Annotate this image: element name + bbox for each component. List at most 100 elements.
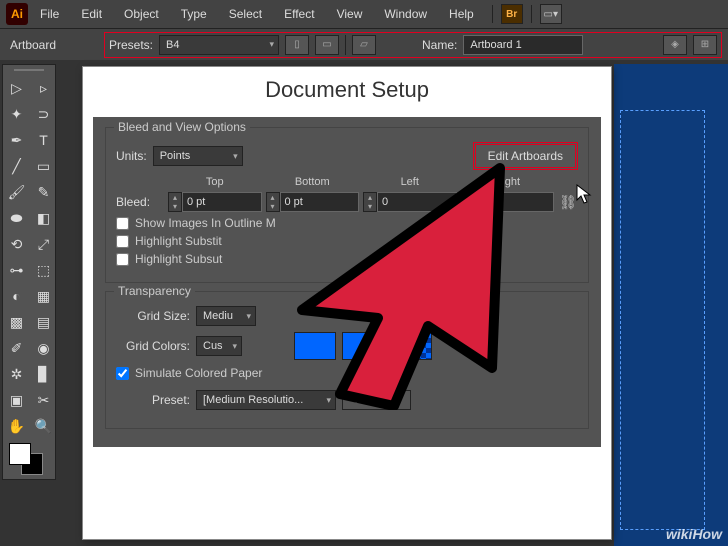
bleed-group-title: Bleed and View Options (114, 120, 250, 134)
selection-tool-icon[interactable]: ▷ (3, 75, 30, 101)
col-top: Top (168, 176, 262, 188)
artboard-options-icon[interactable]: ◈ (663, 35, 687, 55)
menu-view[interactable]: View (327, 3, 373, 25)
type-tool-icon[interactable]: T (30, 127, 57, 153)
bleed-top-input[interactable]: ▴▾0 pt (168, 192, 262, 212)
transparency-group-title: Transparency (114, 284, 195, 298)
zoom-tool-icon[interactable]: 🔍 (30, 413, 57, 439)
brush-tool-icon[interactable]: 🖌 (3, 179, 30, 205)
blob-brush-tool-icon[interactable]: ⬬ (3, 205, 30, 231)
pen-tool-icon[interactable]: ✒ (3, 127, 30, 153)
rectangle-tool-icon[interactable]: ▭ (30, 153, 57, 179)
link-icon[interactable]: ⛓ (558, 194, 578, 211)
lasso-tool-icon[interactable]: ⊃ (30, 101, 57, 127)
color-swatches[interactable] (3, 439, 55, 479)
transparency-preview (390, 332, 432, 360)
control-artboard-label: Artboard (6, 38, 96, 52)
layout-icon[interactable]: ▭▾ (540, 4, 562, 24)
highlight-substituted-fonts-label: Highlight Substit (135, 234, 222, 248)
flattener-preset-dropdown[interactable]: [Medium Resolutio... (196, 390, 336, 410)
menu-select[interactable]: Select (219, 3, 272, 25)
show-images-outline-label: Show Images In Outline M (135, 216, 276, 230)
eraser-tool-icon[interactable]: ◧ (30, 205, 57, 231)
highlight-substituted-glyphs-checkbox[interactable] (116, 253, 129, 266)
divider-icon (345, 35, 346, 55)
gradient-tool-icon[interactable]: ▤ (30, 309, 57, 335)
presets-label: Presets: (109, 38, 153, 52)
grid-size-label: Grid Size: (116, 309, 190, 323)
bridge-icon[interactable]: Br (501, 4, 523, 24)
separator (531, 5, 532, 23)
col-left: Left (363, 176, 457, 188)
simulate-colored-paper-checkbox[interactable] (116, 367, 129, 380)
portrait-icon[interactable]: ▯ (285, 35, 309, 55)
shape-builder-tool-icon[interactable]: ◐ (3, 283, 30, 309)
bleed-bottom-input[interactable]: ▴▾0 pt (266, 192, 360, 212)
highlight-substituted-fonts-checkbox[interactable] (116, 235, 129, 248)
control-highlight: Presets: B4 ▯ ▭ ▱ Name: Artboard 1 ◈ ⊞ (104, 32, 722, 58)
tools-panel: ▷ ▹ ✦ ⊃ ✒ T ╱ ▭ 🖌 ✎ ⬬ ◧ ⟲ ⤢ ⊶ ⬚ ◐ ▦ ▩ ▤ … (2, 64, 56, 480)
width-tool-icon[interactable]: ⊶ (3, 257, 30, 283)
flattener-preset-label: Preset: (116, 393, 190, 407)
presets-dropdown[interactable]: B4 (159, 35, 279, 55)
free-transform-tool-icon[interactable]: ⬚ (30, 257, 57, 283)
custom-button[interactable]: Custom... (342, 390, 411, 410)
scale-tool-icon[interactable]: ⤢ (30, 231, 57, 257)
menu-window[interactable]: Window (374, 3, 437, 25)
app-logo-icon: Ai (6, 3, 28, 25)
edit-artboards-highlight: Edit Artboards (473, 142, 578, 170)
line-tool-icon[interactable]: ╱ (3, 153, 30, 179)
menu-object[interactable]: Object (114, 3, 169, 25)
new-artboard-icon[interactable]: ▱ (352, 35, 376, 55)
menu-help[interactable]: Help (439, 3, 484, 25)
col-bottom: Bottom (266, 176, 360, 188)
eyedropper-tool-icon[interactable]: ✐ (3, 335, 30, 361)
transparency-group: Transparency Grid Size: Mediu Grid Color… (105, 291, 589, 429)
grid-colors-dropdown[interactable]: Cus (196, 336, 242, 356)
magic-wand-tool-icon[interactable]: ✦ (3, 101, 30, 127)
name-label: Name: (422, 38, 457, 52)
units-label: Units: (116, 149, 147, 163)
blend-tool-icon[interactable]: ◉ (30, 335, 57, 361)
col-right: Right (461, 176, 555, 188)
grid-size-dropdown[interactable]: Mediu (196, 306, 256, 326)
artboard-tool-icon[interactable]: ▣ (3, 387, 30, 413)
symbol-sprayer-tool-icon[interactable]: ✲ (3, 361, 30, 387)
highlight-substituted-glyphs-label: Highlight Subsut (135, 252, 222, 266)
control-bar: Artboard Presets: B4 ▯ ▭ ▱ Name: Artboar… (0, 28, 728, 60)
hand-tool-icon[interactable]: ✋ (3, 413, 30, 439)
artboard-name-input[interactable]: Artboard 1 (463, 35, 583, 55)
rotate-tool-icon[interactable]: ⟲ (3, 231, 30, 257)
dialog-title: Document Setup (83, 67, 611, 117)
menu-bar: Ai File Edit Object Type Select Effect V… (0, 0, 728, 28)
bleed-right-input[interactable]: ▴▾0 pt (461, 192, 555, 212)
menu-edit[interactable]: Edit (71, 3, 112, 25)
perspective-grid-tool-icon[interactable]: ▦ (30, 283, 57, 309)
show-images-outline-checkbox[interactable] (116, 217, 129, 230)
menu-file[interactable]: File (30, 3, 69, 25)
separator (492, 5, 493, 23)
add-icon[interactable]: ⊞ (693, 35, 717, 55)
menu-effect[interactable]: Effect (274, 3, 324, 25)
edit-artboards-button[interactable]: Edit Artboards (475, 144, 576, 168)
graph-tool-icon[interactable]: ▊ (30, 361, 57, 387)
fill-swatch[interactable] (9, 443, 31, 465)
bleed-left-input[interactable]: ▴▾0 (363, 192, 457, 212)
pencil-tool-icon[interactable]: ✎ (30, 179, 57, 205)
artboard-outline[interactable] (620, 110, 705, 530)
bleed-label: Bleed: (116, 195, 164, 209)
watermark: wikiHow (666, 526, 722, 542)
landscape-icon[interactable]: ▭ (315, 35, 339, 55)
document-setup-dialog: Document Setup Bleed and View Options Un… (82, 66, 612, 540)
bleed-view-group: Bleed and View Options Units: Points Edi… (105, 127, 589, 283)
units-dropdown[interactable]: Points (153, 146, 243, 166)
mesh-tool-icon[interactable]: ▩ (3, 309, 30, 335)
grid-color-swatch-1[interactable] (294, 332, 336, 360)
slice-tool-icon[interactable]: ✂ (30, 387, 57, 413)
simulate-colored-paper-label: Simulate Colored Paper (135, 366, 262, 380)
menu-type[interactable]: Type (171, 3, 217, 25)
grid-colors-label: Grid Colors: (116, 339, 190, 353)
direct-selection-tool-icon[interactable]: ▹ (30, 75, 57, 101)
panel-grip[interactable] (3, 65, 55, 75)
grid-color-swatch-2[interactable] (342, 332, 384, 360)
